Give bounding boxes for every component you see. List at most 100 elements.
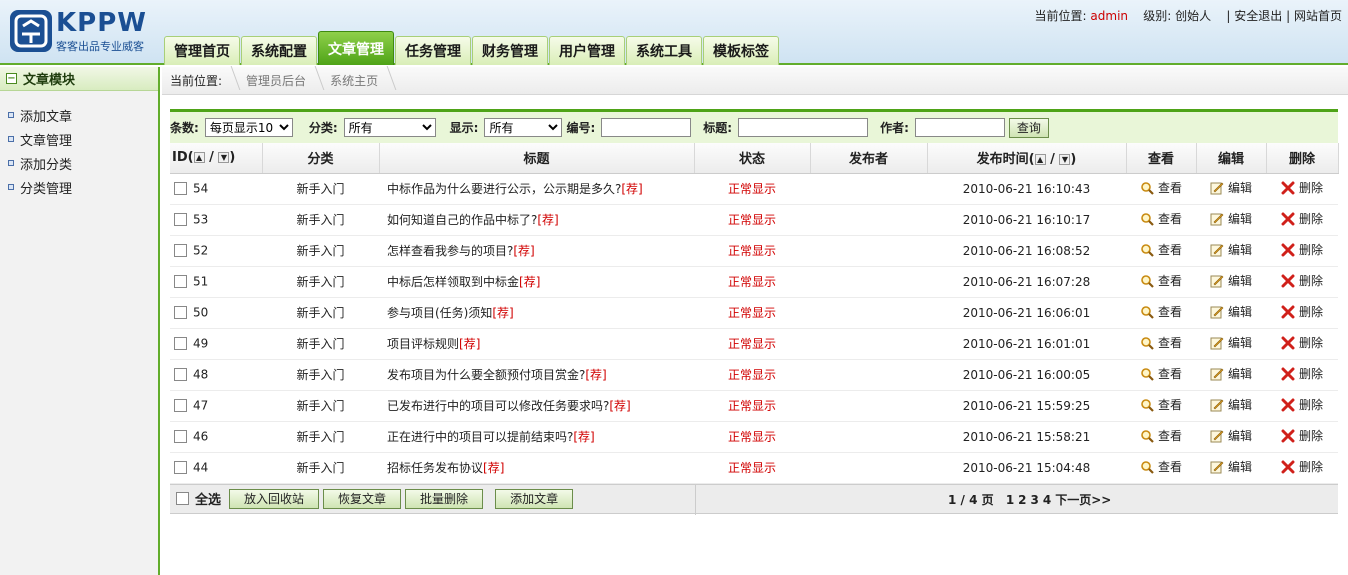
row-title-cell[interactable]: 怎样查看我参与的项目?[荐] bbox=[379, 235, 694, 267]
row-title-cell[interactable]: 正在进行中的项目可以提前结束吗?[荐] bbox=[379, 421, 694, 453]
row-checkbox[interactable] bbox=[174, 337, 187, 351]
row-checkbox[interactable] bbox=[174, 306, 187, 320]
nav-tab-tools[interactable]: 系统工具 bbox=[626, 36, 702, 65]
view-button[interactable]: 查看 bbox=[1140, 365, 1182, 382]
nav-tab-home[interactable]: 管理首页 bbox=[164, 36, 240, 65]
delete-button[interactable]: 删除 bbox=[1281, 210, 1323, 227]
delete-button[interactable]: 删除 bbox=[1281, 427, 1323, 444]
sort-up-icon[interactable]: ▲ bbox=[1034, 154, 1046, 166]
view-button[interactable]: 查看 bbox=[1140, 396, 1182, 413]
row-title-cell[interactable]: 招标任务发布协议[荐] bbox=[379, 452, 694, 484]
view-button[interactable]: 查看 bbox=[1140, 334, 1182, 351]
logout-link[interactable]: 安全退出 bbox=[1234, 9, 1282, 23]
nav-tab-finance[interactable]: 财务管理 bbox=[472, 36, 548, 65]
title-input[interactable] bbox=[738, 118, 869, 137]
collapse-icon[interactable]: − bbox=[6, 73, 17, 84]
view-button[interactable]: 查看 bbox=[1140, 458, 1182, 475]
edit-button[interactable]: 编辑 bbox=[1210, 179, 1252, 196]
row-checkbox[interactable] bbox=[174, 368, 187, 382]
nav-tab-task[interactable]: 任务管理 bbox=[395, 36, 471, 65]
row-title-cell[interactable]: 已发布进行中的项目可以修改任务要求吗?[荐] bbox=[379, 390, 694, 422]
page-link-2[interactable]: 2 bbox=[1018, 493, 1026, 507]
view-button[interactable]: 查看 bbox=[1140, 427, 1182, 444]
author-input[interactable] bbox=[914, 118, 1005, 137]
delete-button[interactable]: 删除 bbox=[1281, 272, 1323, 289]
edit-button[interactable]: 编辑 bbox=[1210, 458, 1252, 475]
sidebar-item-add-article[interactable]: 添加文章 bbox=[0, 103, 158, 127]
edit-button[interactable]: 编辑 bbox=[1210, 241, 1252, 258]
page-link-4[interactable]: 4 bbox=[1043, 493, 1051, 507]
row-title[interactable]: 参与项目(任务)须知 bbox=[387, 306, 492, 320]
sort-up-icon[interactable]: ▲ bbox=[193, 152, 205, 164]
edit-button[interactable]: 编辑 bbox=[1210, 334, 1252, 351]
edit-button[interactable]: 编辑 bbox=[1210, 365, 1252, 382]
row-title-cell[interactable]: 中标作品为什么要进行公示，公示期是多久?[荐] bbox=[379, 173, 694, 205]
nav-tab-user[interactable]: 用户管理 bbox=[549, 36, 625, 65]
row-title[interactable]: 中标后怎样领取到中标金 bbox=[387, 275, 519, 289]
site-home-link[interactable]: 网站首页 bbox=[1294, 9, 1342, 23]
view-button[interactable]: 查看 bbox=[1140, 303, 1182, 320]
edit-button[interactable]: 编辑 bbox=[1210, 272, 1252, 289]
row-checkbox[interactable] bbox=[174, 275, 187, 289]
row-title-cell[interactable]: 发布项目为什么要全额预付项目赏金?[荐] bbox=[379, 359, 694, 391]
row-checkbox[interactable] bbox=[174, 244, 187, 258]
row-title[interactable]: 中标作品为什么要进行公示，公示期是多久? bbox=[387, 182, 621, 196]
page-size-select[interactable]: 每页显示10 bbox=[204, 118, 293, 137]
sort-down-icon[interactable]: ▼ bbox=[218, 152, 230, 164]
delete-button[interactable]: 删除 bbox=[1281, 365, 1323, 382]
sidebar-item-add-category[interactable]: 添加分类 bbox=[0, 151, 158, 175]
select-all-checkbox[interactable] bbox=[176, 492, 189, 505]
logo[interactable]: KPPW 客客出品专业威客 bbox=[8, 8, 158, 56]
row-checkbox[interactable] bbox=[174, 182, 187, 196]
row-checkbox[interactable] bbox=[174, 430, 187, 444]
edit-button[interactable]: 编辑 bbox=[1210, 396, 1252, 413]
delete-button[interactable]: 删除 bbox=[1281, 303, 1323, 320]
delete-button[interactable]: 删除 bbox=[1281, 334, 1323, 351]
row-checkbox[interactable] bbox=[174, 461, 187, 475]
add-article-button[interactable]: 添加文章 bbox=[495, 488, 574, 509]
row-title-cell[interactable]: 参与项目(任务)须知[荐] bbox=[379, 297, 694, 329]
delete-button[interactable]: 删除 bbox=[1281, 179, 1323, 196]
row-title-cell[interactable]: 如何知道自己的作品中标了?[荐] bbox=[379, 204, 694, 236]
sidebar-item-article-manage[interactable]: 文章管理 bbox=[0, 127, 158, 151]
view-button[interactable]: 查看 bbox=[1140, 241, 1182, 258]
delete-button[interactable]: 删除 bbox=[1281, 458, 1323, 475]
edit-button[interactable]: 编辑 bbox=[1210, 303, 1252, 320]
batch-delete-button[interactable]: 批量删除 bbox=[405, 488, 484, 509]
sort-down-icon[interactable]: ▼ bbox=[1059, 154, 1071, 166]
row-title[interactable]: 如何知道自己的作品中标了? bbox=[387, 213, 537, 227]
breadcrumb-admin[interactable]: 管理员后台 bbox=[238, 72, 322, 89]
view-button[interactable]: 查看 bbox=[1140, 210, 1182, 227]
nav-tab-system-config[interactable]: 系统配置 bbox=[241, 36, 317, 65]
move-to-recycle-button[interactable]: 放入回收站 bbox=[229, 488, 320, 509]
row-title[interactable]: 项目评标规则 bbox=[387, 337, 459, 351]
sidebar-header[interactable]: − 文章模块 bbox=[0, 67, 158, 91]
row-title-cell[interactable]: 中标后怎样领取到中标金[荐] bbox=[379, 266, 694, 298]
breadcrumb-system-home[interactable]: 系统主页 bbox=[322, 72, 394, 89]
restore-article-button[interactable]: 恢复文章 bbox=[323, 488, 402, 509]
row-title[interactable]: 怎样查看我参与的项目? bbox=[387, 244, 513, 258]
display-select[interactable]: 所有 bbox=[484, 118, 563, 137]
view-button[interactable]: 查看 bbox=[1140, 272, 1182, 289]
delete-button[interactable]: 删除 bbox=[1281, 241, 1323, 258]
row-title[interactable]: 发布项目为什么要全额预付项目赏金? bbox=[387, 368, 585, 382]
query-button[interactable]: 查询 bbox=[1008, 117, 1049, 138]
page-link-1[interactable]: 1 bbox=[1006, 493, 1014, 507]
sidebar-item-category-manage[interactable]: 分类管理 bbox=[0, 175, 158, 199]
row-checkbox[interactable] bbox=[174, 213, 187, 227]
view-button[interactable]: 查看 bbox=[1140, 179, 1182, 196]
nav-tab-article[interactable]: 文章管理 bbox=[318, 31, 394, 65]
row-title-cell[interactable]: 项目评标规则[荐] bbox=[379, 328, 694, 360]
row-title[interactable]: 招标任务发布协议 bbox=[387, 461, 483, 475]
next-page-link[interactable]: 下一页>> bbox=[1055, 491, 1111, 508]
category-select[interactable]: 所有 bbox=[343, 118, 436, 137]
delete-button[interactable]: 删除 bbox=[1281, 396, 1323, 413]
nav-tab-template[interactable]: 模板标签 bbox=[703, 36, 779, 65]
page-link-3[interactable]: 3 bbox=[1031, 493, 1039, 507]
row-title[interactable]: 已发布进行中的项目可以修改任务要求吗? bbox=[387, 399, 609, 413]
id-input[interactable] bbox=[601, 118, 692, 137]
row-checkbox[interactable] bbox=[174, 399, 187, 413]
row-title[interactable]: 正在进行中的项目可以提前结束吗? bbox=[387, 430, 573, 444]
edit-button[interactable]: 编辑 bbox=[1210, 427, 1252, 444]
edit-button[interactable]: 编辑 bbox=[1210, 210, 1252, 227]
